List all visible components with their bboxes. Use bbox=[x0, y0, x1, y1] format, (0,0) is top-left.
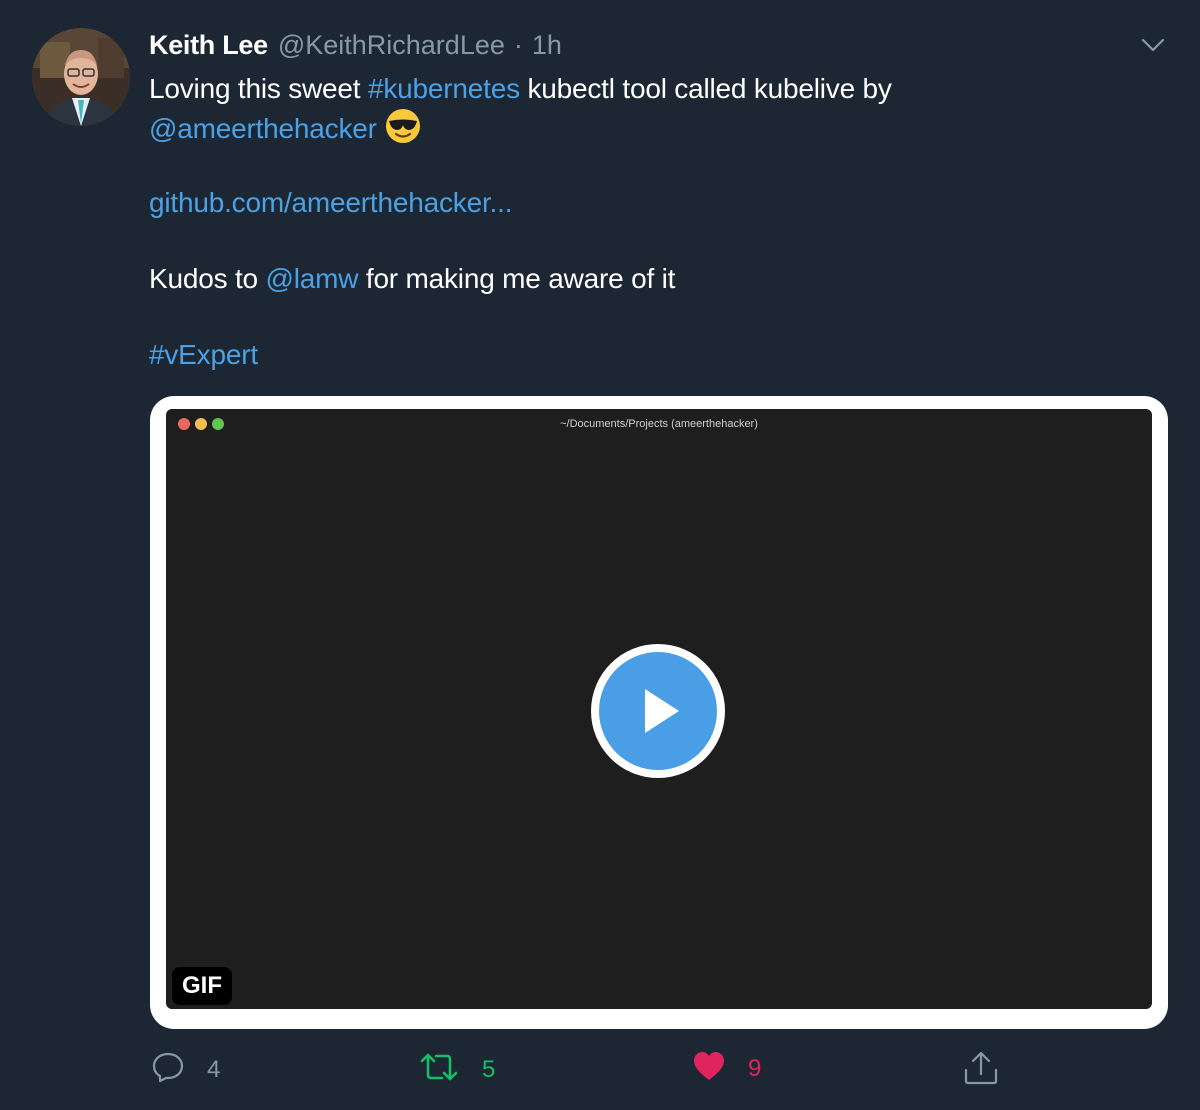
sunglasses-emoji-icon bbox=[385, 108, 421, 154]
like-button[interactable]: 9 bbox=[692, 1050, 761, 1087]
gif-badge: GIF bbox=[172, 967, 232, 1005]
separator-dot: · bbox=[513, 30, 523, 60]
retweet-button[interactable]: 5 bbox=[418, 1050, 495, 1089]
reply-button[interactable]: 4 bbox=[151, 1050, 220, 1089]
hashtag-kubernetes[interactable]: #kubernetes bbox=[368, 73, 520, 104]
retweet-icon bbox=[418, 1050, 460, 1089]
text-segment: for making me aware of it bbox=[358, 263, 676, 294]
mention-ameerthehacker[interactable]: @ameerthehacker bbox=[149, 113, 377, 144]
reply-count: 4 bbox=[207, 1055, 221, 1083]
terminal-window-title: ~/Documents/Projects (ameerthehacker) bbox=[560, 418, 758, 430]
author-name[interactable]: Keith Lee bbox=[149, 30, 268, 61]
heart-icon bbox=[692, 1050, 726, 1087]
tweet-header: Keith Lee @KeithRichardLee · 1h bbox=[149, 30, 562, 66]
reply-icon bbox=[151, 1050, 185, 1089]
retweet-count: 5 bbox=[482, 1055, 496, 1083]
play-icon bbox=[599, 652, 717, 770]
chevron-down-icon[interactable] bbox=[1138, 30, 1168, 60]
tweet-line: Kudos to @lamw for making me aware of it bbox=[149, 260, 1149, 298]
tweet-line: Loving this sweet #kubernetes kubectl to… bbox=[149, 70, 1149, 108]
mention-lamw[interactable]: @lamw bbox=[266, 263, 359, 294]
github-link[interactable]: github.com/ameerthehacker... bbox=[149, 187, 512, 218]
tweet-text: Loving this sweet #kubernetes kubectl to… bbox=[149, 70, 1149, 374]
text-segment: Kudos to bbox=[149, 263, 266, 294]
text-segment: Loving this sweet bbox=[149, 73, 368, 104]
share-button[interactable] bbox=[962, 1050, 1000, 1091]
gif-player[interactable]: ~/Documents/Projects (ameerthehacker) GI… bbox=[166, 409, 1152, 1009]
tweet-line: #vExpert bbox=[149, 336, 1149, 374]
tweet-card: Keith Lee @KeithRichardLee · 1h Loving t… bbox=[0, 0, 1200, 1110]
tweet-line: @ameerthehacker bbox=[149, 108, 1149, 146]
play-button[interactable] bbox=[591, 644, 725, 778]
author-handle[interactable]: @KeithRichardLee bbox=[278, 30, 505, 61]
like-count: 9 bbox=[748, 1054, 762, 1082]
share-icon bbox=[962, 1050, 1000, 1091]
media-card: ~/Documents/Projects (ameerthehacker) GI… bbox=[150, 396, 1168, 1029]
action-bar: 4 5 9 bbox=[0, 1050, 1200, 1090]
tweet-timestamp[interactable]: 1h bbox=[532, 30, 562, 61]
avatar[interactable] bbox=[32, 28, 130, 126]
hashtag-vexpert[interactable]: #vExpert bbox=[149, 339, 258, 370]
tweet-line: github.com/ameerthehacker... bbox=[149, 184, 1149, 222]
text-segment: kubectl tool called kubelive by bbox=[519, 73, 892, 104]
